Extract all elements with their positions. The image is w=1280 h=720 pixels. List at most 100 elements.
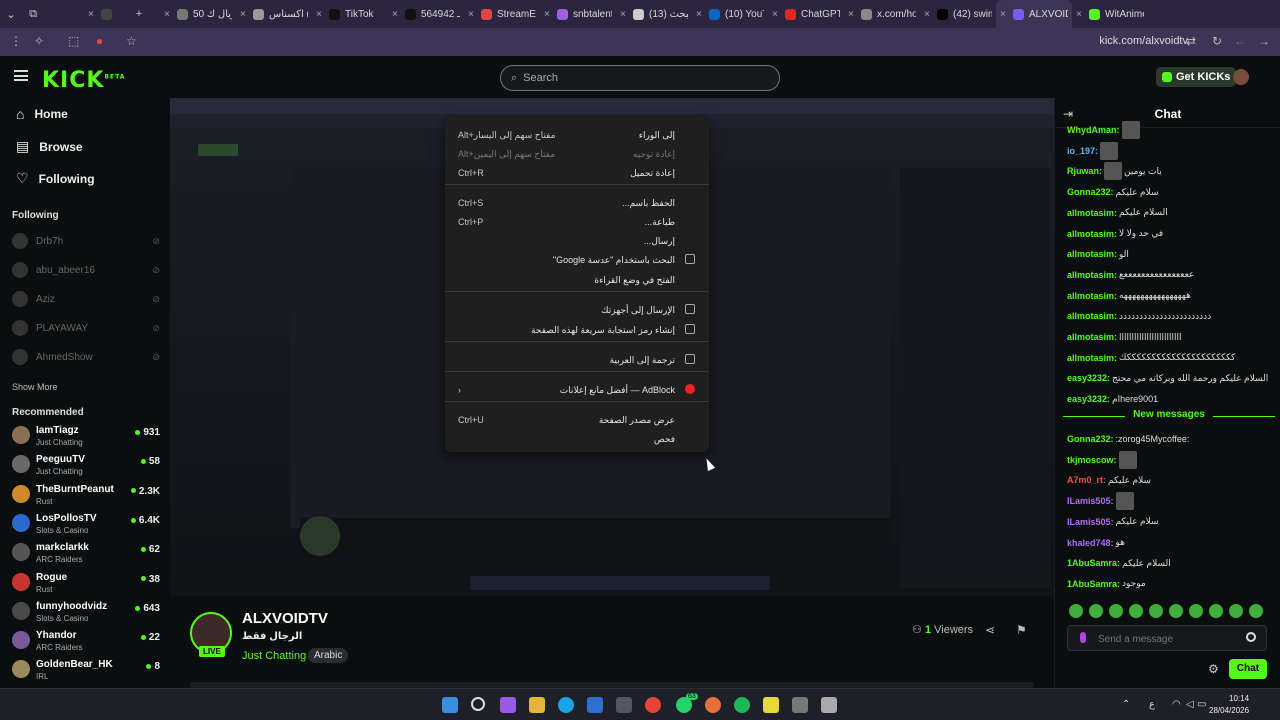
- forward-icon[interactable]: ←: [1234, 34, 1246, 48]
- stream-category[interactable]: Just Chatting: [242, 650, 306, 662]
- recommended-channel[interactable]: GoldenBear_HK IRL 8: [12, 656, 160, 682]
- copilot-icon[interactable]: [500, 697, 516, 713]
- nav-item-browse[interactable]: ▤ Browse: [16, 138, 83, 155]
- tab-close-icon[interactable]: ×: [316, 9, 324, 20]
- tab-close-icon[interactable]: ×: [1000, 9, 1008, 20]
- tab-close-icon[interactable]: ×: [392, 9, 400, 20]
- context-menu-item[interactable]: الحفظ باسم... Ctrl+S: [445, 194, 709, 212]
- tray-chevron-icon[interactable]: ⌃: [1122, 699, 1130, 710]
- following-item[interactable]: AhmedShow ⊘: [12, 346, 160, 368]
- chat-username[interactable]: Gonna232:: [1067, 434, 1114, 444]
- emote-quick-icon[interactable]: [1149, 604, 1163, 618]
- chat-username[interactable]: tkjmoscow:: [1067, 455, 1117, 465]
- search-input[interactable]: Search: [523, 72, 558, 84]
- chat-username[interactable]: 1AbuSamra:: [1067, 558, 1120, 568]
- tab-close-icon[interactable]: ×: [1076, 9, 1084, 20]
- browser-tab[interactable]: × اكسناس (: [236, 0, 312, 28]
- chat-username[interactable]: allmotasim:: [1067, 311, 1117, 321]
- browser-tab[interactable]: × (10) YouTu: [692, 0, 768, 28]
- chat-settings-gear-icon[interactable]: ⚙: [1208, 662, 1219, 676]
- file-explorer-icon[interactable]: [529, 697, 545, 713]
- browser-tab[interactable]: × snbtalent: [540, 0, 616, 28]
- reload-icon[interactable]: ↻: [1212, 34, 1222, 48]
- emote-quick-icon[interactable]: [1089, 604, 1103, 618]
- url-text[interactable]: kick.com/alxvoidtv: [1099, 35, 1188, 47]
- context-menu-item[interactable]: ترجمة إلى العربية: [445, 351, 709, 369]
- following-item[interactable]: abu_abeer16 ⊘: [12, 259, 160, 281]
- emote-quick-icon[interactable]: [1169, 604, 1183, 618]
- new-messages-divider[interactable]: New messages: [1063, 409, 1275, 423]
- emote-quick-icon[interactable]: [1189, 604, 1203, 618]
- notes-icon[interactable]: [763, 697, 779, 713]
- new-tab-button[interactable]: +: [128, 8, 150, 20]
- tab-close-icon[interactable]: ×: [468, 9, 476, 20]
- browser-tab[interactable]: × WitAnime: [1072, 0, 1148, 28]
- get-kicks-button[interactable]: Get KICKs: [1156, 67, 1237, 87]
- edge-icon[interactable]: [558, 697, 574, 713]
- nav-item-home[interactable]: ⌂ Home: [16, 106, 68, 122]
- context-menu-item[interactable]: الفتح في وضع القراءة: [445, 271, 709, 289]
- browser-tab[interactable]: × x.com/hon: [844, 0, 920, 28]
- share-icon[interactable]: ⋖: [985, 623, 995, 637]
- following-item[interactable]: Aziz ⊘: [12, 288, 160, 310]
- show-more-link[interactable]: Show More: [12, 382, 58, 392]
- wifi-icon[interactable]: ◠: [1172, 699, 1181, 710]
- recommended-channel[interactable]: Yhandor ARC Raiders 22: [12, 627, 160, 653]
- browser-tab[interactable]: × StreamEle: [464, 0, 540, 28]
- report-icon[interactable]: ⚑: [1016, 623, 1027, 637]
- chat-username[interactable]: easy3232:: [1067, 394, 1110, 404]
- taskbar-clock[interactable]: 10:14 28/04/2026: [1209, 693, 1249, 717]
- browser-tab[interactable]: × 50 ريال ك: [160, 0, 236, 28]
- nav-item-following[interactable]: ♡ Following: [16, 170, 95, 187]
- tab-close-icon[interactable]: ×: [924, 9, 932, 20]
- app-icon[interactable]: [792, 697, 808, 713]
- spotify-icon[interactable]: [734, 697, 750, 713]
- tab-close-icon[interactable]: ×: [88, 9, 96, 20]
- context-menu-item[interactable]: AdBlock — أفضل مانع إعلانات ›: [445, 381, 709, 399]
- chat-username[interactable]: 1AbuSamra:: [1067, 579, 1120, 589]
- tab-close-icon[interactable]: ×: [772, 9, 780, 20]
- menu-icon[interactable]: ⋮: [10, 34, 22, 48]
- browser-tab[interactable]: × 564942 هـ: [388, 0, 464, 28]
- profile-icon[interactable]: ●: [96, 34, 103, 48]
- chat-username[interactable]: khaled748:: [1067, 538, 1114, 548]
- hamburger-menu-icon[interactable]: [14, 70, 28, 81]
- context-menu-item[interactable]: عرض مصدر الصفحة Ctrl+U: [445, 411, 709, 429]
- recommended-channel[interactable]: PeeguuTV Just Chatting 58: [12, 451, 160, 477]
- following-item[interactable]: PLAYAWAY ⊘: [12, 317, 160, 339]
- browser-tab[interactable]: × TikTok: [312, 0, 388, 28]
- tab-close-icon[interactable]: ×: [544, 9, 552, 20]
- chat-username[interactable]: easy3232:: [1067, 373, 1110, 383]
- tab-close-icon[interactable]: ×: [620, 9, 628, 20]
- chat-username[interactable]: allmotasim:: [1067, 208, 1117, 218]
- context-menu-item[interactable]: إنشاء رمز استجابة سريعة لهذه الصفحة: [445, 321, 709, 339]
- recommended-channel[interactable]: Rogue Rust 38: [12, 569, 160, 595]
- chat-username[interactable]: Rjuwan:: [1067, 166, 1102, 176]
- tab-search-icon[interactable]: ⌄: [0, 8, 22, 21]
- recommended-channel[interactable]: TheBurntPeanut Rust 2.3K: [12, 481, 160, 507]
- emote-quick-icon[interactable]: [1209, 604, 1223, 618]
- battery-icon[interactable]: ▭: [1197, 699, 1206, 710]
- context-menu-item[interactable]: الإرسال إلى أجهزتك: [445, 301, 709, 319]
- tab-close-icon[interactable]: ×: [848, 9, 856, 20]
- firefox-icon[interactable]: [705, 697, 721, 713]
- chat-username[interactable]: ILamis505:: [1067, 496, 1114, 506]
- recommended-channel[interactable]: funnyhoodvidz Slots & Casino 643: [12, 598, 160, 624]
- context-menu-item[interactable]: إعادة توجيه Alt+مفتاح سهم إلى اليمين: [445, 145, 709, 163]
- extension-icon[interactable]: ✧: [34, 34, 44, 48]
- context-menu-item[interactable]: إرسال...: [445, 232, 709, 250]
- emote-quick-icon[interactable]: [1109, 604, 1123, 618]
- send-chat-button[interactable]: Chat: [1229, 659, 1267, 679]
- browser-tab[interactable]: × (13) البحث: [616, 0, 692, 28]
- browser-tab[interactable]: × ALXVOIDT: [996, 0, 1072, 28]
- chat-username[interactable]: allmotasim:: [1067, 249, 1117, 259]
- mail-icon[interactable]: [587, 697, 603, 713]
- tab-close-icon[interactable]: ×: [696, 9, 704, 20]
- chat-username[interactable]: allmotasim:: [1067, 332, 1117, 342]
- chat-username[interactable]: A7m0_rt:: [1067, 475, 1106, 485]
- channel-name[interactable]: ALXVOIDTV: [242, 610, 328, 627]
- emote-quick-icon[interactable]: [1129, 604, 1143, 618]
- chat-username[interactable]: io_197:: [1067, 146, 1098, 156]
- emoji-picker-icon[interactable]: [1246, 632, 1256, 642]
- search-bar[interactable]: ⌕ Search: [500, 65, 780, 91]
